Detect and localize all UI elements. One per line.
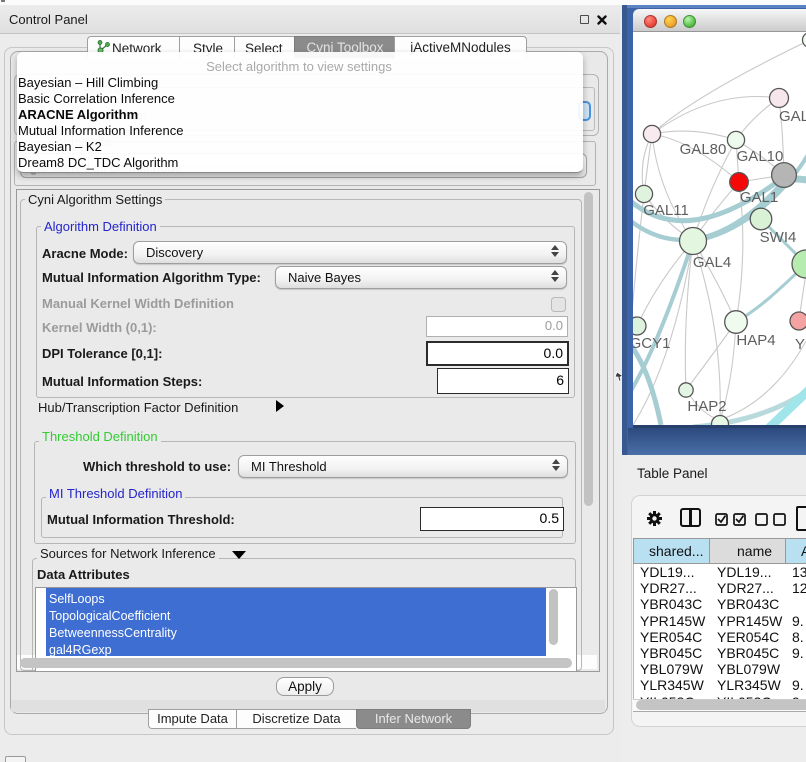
- svg-text:GAL4: GAL4: [693, 254, 731, 271]
- svg-text:GAL7: GAL7: [779, 108, 806, 125]
- svg-text:HAP2: HAP2: [687, 398, 726, 415]
- svg-text:HAP4: HAP4: [736, 332, 775, 349]
- svg-text:GAL1: GAL1: [740, 189, 778, 206]
- svg-text:GAL80: GAL80: [680, 141, 727, 158]
- svg-text:SWI4: SWI4: [760, 229, 797, 246]
- svg-text:GCY1: GCY1: [633, 335, 670, 352]
- svg-text:Y: Y: [795, 336, 805, 353]
- svg-text:GAL11: GAL11: [643, 202, 689, 219]
- svg-text:GAL10: GAL10: [737, 148, 784, 165]
